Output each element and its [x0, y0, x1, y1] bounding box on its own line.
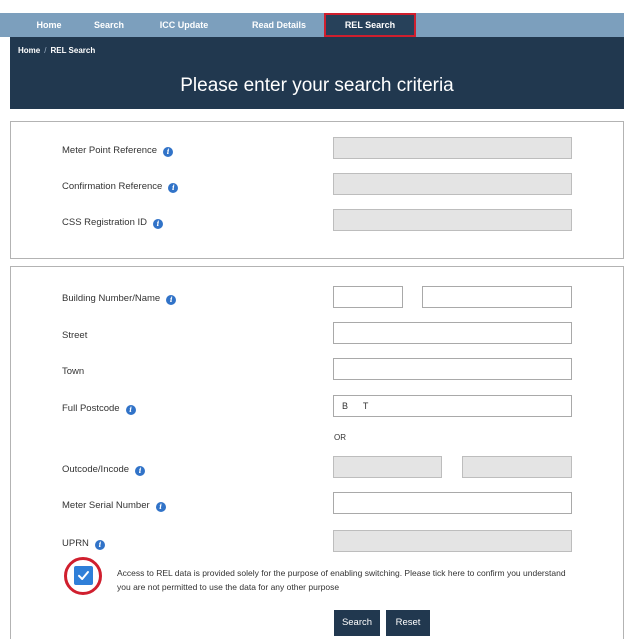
css-registration-label-text: CSS Registration ID — [62, 217, 148, 228]
mpr-label: Meter Point Reference i — [62, 145, 174, 157]
uprn-label: UPRN i — [62, 538, 105, 550]
top-nav: Home Search ICC Update Read Details REL … — [0, 13, 624, 37]
page-title: Please enter your search criteria — [180, 75, 454, 96]
meter-serial-label: Meter Serial Number i — [62, 500, 166, 512]
postcode-input[interactable]: B T — [333, 395, 572, 417]
checkbox-highlight-circle — [64, 557, 102, 595]
breadcrumb: Home / REL Search — [18, 46, 95, 55]
info-icon[interactable]: i — [125, 405, 136, 415]
info-icon[interactable]: i — [168, 183, 179, 193]
or-divider: OR — [334, 433, 346, 442]
meter-serial-label-text: Meter Serial Number — [62, 500, 150, 511]
uprn-input[interactable] — [333, 530, 572, 552]
confirmation-label-text: Confirmation Reference — [62, 181, 163, 192]
building-label-text: Building Number/Name — [62, 293, 161, 304]
css-registration-label: CSS Registration ID i — [62, 217, 164, 229]
nav-read-details[interactable]: Read Details — [242, 13, 316, 37]
incode-input[interactable] — [462, 456, 572, 478]
nav-rel-search[interactable]: REL Search — [324, 13, 416, 37]
outcode-incode-label: Outcode/Incode i — [62, 464, 146, 476]
mpr-input[interactable] — [333, 137, 572, 159]
building-number-input[interactable] — [333, 286, 403, 308]
info-icon[interactable]: i — [135, 466, 146, 476]
street-input[interactable] — [333, 322, 572, 344]
confirmation-label: Confirmation Reference i — [62, 181, 179, 193]
search-button[interactable]: Search — [334, 610, 380, 636]
uprn-label-text: UPRN — [62, 538, 89, 549]
page-banner: Home / REL Search Please enter your search… — [10, 37, 624, 109]
breadcrumb-home[interactable]: Home — [18, 46, 40, 55]
street-label: Street — [62, 330, 88, 341]
breadcrumb-separator: / — [44, 46, 47, 55]
reset-button[interactable]: Reset — [386, 610, 430, 636]
mpr-label-text: Meter Point Reference — [62, 145, 158, 156]
nav-icc-update[interactable]: ICC Update — [152, 13, 216, 37]
outcode-incode-label-text: Outcode/Incode — [62, 464, 130, 475]
town-label: Town — [62, 366, 85, 377]
info-icon[interactable]: i — [163, 147, 174, 157]
breadcrumb-current: REL Search — [50, 46, 96, 55]
nav-home[interactable]: Home — [30, 13, 68, 37]
css-registration-input[interactable] — [333, 209, 572, 231]
outcode-input[interactable] — [333, 456, 442, 478]
consent-text: Access to REL data is provided solely fo… — [117, 568, 566, 592]
confirmation-input[interactable] — [333, 173, 572, 195]
postcode-label-text: Full Postcode — [62, 403, 120, 414]
info-icon[interactable]: i — [94, 540, 105, 550]
town-input[interactable] — [333, 358, 572, 380]
building-name-input[interactable] — [422, 286, 572, 308]
meter-serial-input[interactable] — [333, 492, 572, 514]
info-icon[interactable]: i — [166, 295, 177, 305]
postcode-label: Full Postcode i — [62, 403, 136, 415]
info-icon[interactable]: i — [153, 219, 164, 229]
building-label: Building Number/Name i — [62, 293, 177, 305]
info-icon[interactable]: i — [155, 502, 166, 512]
nav-search[interactable]: Search — [88, 13, 130, 37]
